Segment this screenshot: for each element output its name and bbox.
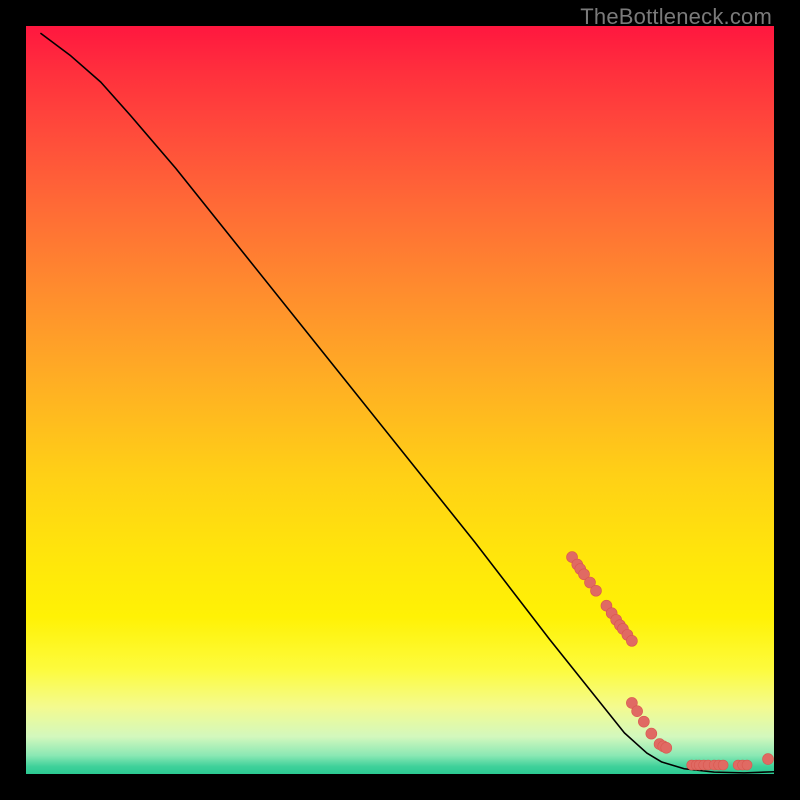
data-markers — [567, 552, 774, 770]
chart-container: TheBottleneck.com — [0, 0, 800, 800]
chart-svg — [26, 26, 774, 774]
plot-area — [26, 26, 774, 774]
curve-line — [41, 33, 774, 772]
